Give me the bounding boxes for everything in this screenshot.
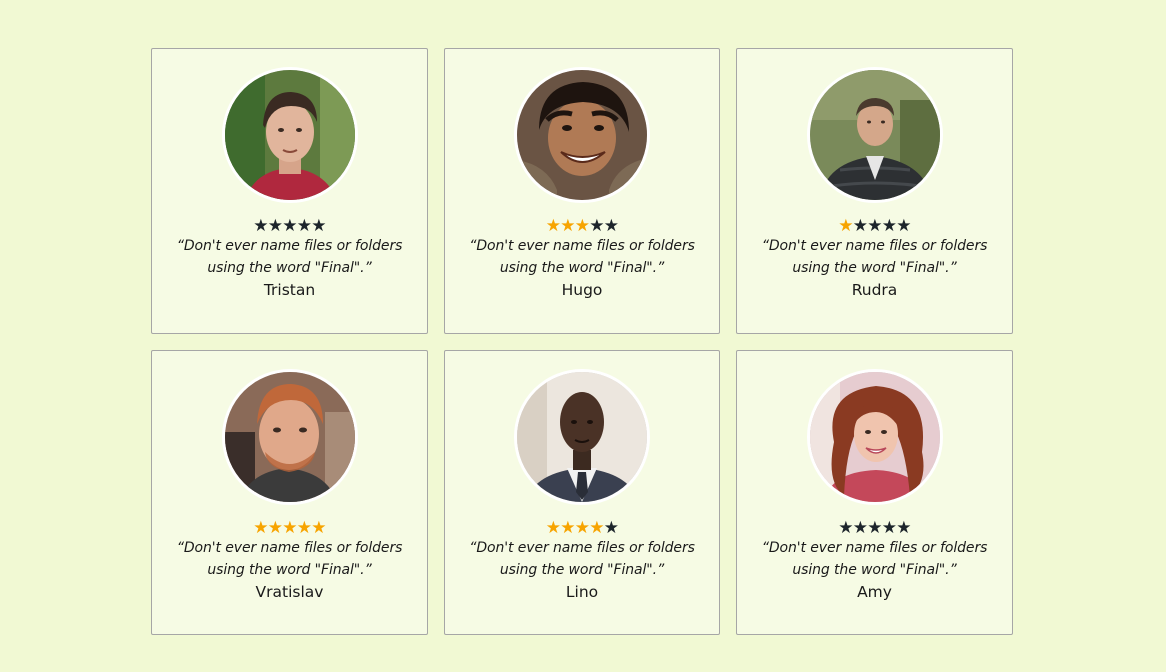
testimonial-grid: ★ ★ ★ ★ ★ “Don't ever name files or folders … bbox=[151, 48, 1013, 635]
avatar bbox=[806, 369, 943, 505]
star-filled-icon: ★ bbox=[296, 518, 312, 538]
star-rating: ★ ★ ★ ★ ★ bbox=[545, 216, 619, 236]
star-filled-icon: ★ bbox=[560, 518, 576, 538]
star-empty-icon: ★ bbox=[603, 518, 619, 538]
star-rating: ★ ★ ★ ★ ★ bbox=[838, 216, 912, 236]
star-empty-icon: ★ bbox=[311, 216, 327, 236]
man-dark-hair-red-shirt-avatar bbox=[224, 70, 355, 200]
man-puffer-jacket-avatar bbox=[809, 70, 940, 200]
testimonial-author: Amy bbox=[857, 583, 892, 601]
testimonial-quote: “Don't ever name files or folders using … bbox=[761, 540, 988, 578]
star-filled-icon: ★ bbox=[267, 518, 283, 538]
testimonial-quote: “Don't ever name files or folders using … bbox=[176, 540, 403, 578]
testimonial-card: ★ ★ ★ ★ ★ “Don't ever name files or folders … bbox=[736, 350, 1013, 635]
star-empty-icon: ★ bbox=[896, 216, 912, 236]
star-empty-icon: ★ bbox=[296, 216, 312, 236]
testimonial-author: Rudra bbox=[851, 281, 898, 299]
avatar bbox=[221, 67, 358, 203]
star-filled-icon: ★ bbox=[574, 518, 590, 538]
star-empty-icon: ★ bbox=[867, 518, 883, 538]
star-rating: ★ ★ ★ ★ ★ bbox=[838, 518, 912, 538]
testimonial-card: ★ ★ ★ ★ ★ “Don't ever name files or folders … bbox=[444, 48, 720, 334]
testimonial-author: Lino bbox=[565, 583, 599, 601]
star-empty-icon: ★ bbox=[881, 518, 897, 538]
avatar bbox=[221, 369, 358, 505]
testimonial-card: ★ ★ ★ ★ ★ “Don't ever name files or folders … bbox=[444, 350, 720, 635]
star-empty-icon: ★ bbox=[838, 518, 854, 538]
woman-curly-hair-avatar bbox=[809, 372, 940, 502]
star-empty-icon: ★ bbox=[267, 216, 283, 236]
star-filled-icon: ★ bbox=[838, 216, 854, 236]
man-suit-tie-avatar bbox=[517, 372, 647, 502]
testimonial-card: ★ ★ ★ ★ ★ “Don't ever name files or folders … bbox=[736, 48, 1013, 334]
testimonial-author: Vratislav bbox=[255, 583, 324, 601]
star-empty-icon: ★ bbox=[589, 216, 605, 236]
star-filled-icon: ★ bbox=[282, 518, 298, 538]
star-filled-icon: ★ bbox=[574, 216, 590, 236]
testimonial-quote: “Don't ever name files or folders using … bbox=[469, 238, 695, 276]
testimonial-quote: “Don't ever name files or folders using … bbox=[761, 238, 988, 276]
star-rating: ★ ★ ★ ★ ★ bbox=[253, 518, 327, 538]
star-filled-icon: ★ bbox=[311, 518, 327, 538]
avatar bbox=[514, 369, 650, 505]
star-empty-icon: ★ bbox=[852, 518, 868, 538]
star-filled-icon: ★ bbox=[253, 518, 269, 538]
star-filled-icon: ★ bbox=[545, 216, 561, 236]
man-red-hair-beard-avatar bbox=[224, 372, 355, 502]
star-rating: ★ ★ ★ ★ ★ bbox=[253, 216, 327, 236]
star-filled-icon: ★ bbox=[589, 518, 605, 538]
star-filled-icon: ★ bbox=[545, 518, 561, 538]
star-empty-icon: ★ bbox=[881, 216, 897, 236]
star-empty-icon: ★ bbox=[253, 216, 269, 236]
testimonial-card: ★ ★ ★ ★ ★ “Don't ever name files or folders … bbox=[151, 350, 428, 635]
star-empty-icon: ★ bbox=[282, 216, 298, 236]
testimonial-quote: “Don't ever name files or folders using … bbox=[469, 540, 695, 578]
testimonial-quote: “Don't ever name files or folders using … bbox=[176, 238, 403, 276]
star-empty-icon: ★ bbox=[603, 216, 619, 236]
testimonial-author: Hugo bbox=[561, 281, 603, 299]
man-smiling-long-hair-avatar bbox=[517, 70, 647, 200]
star-rating: ★ ★ ★ ★ ★ bbox=[545, 518, 619, 538]
testimonial-author: Tristan bbox=[263, 281, 316, 299]
avatar bbox=[514, 67, 650, 203]
star-empty-icon: ★ bbox=[867, 216, 883, 236]
star-filled-icon: ★ bbox=[560, 216, 576, 236]
testimonial-card: ★ ★ ★ ★ ★ “Don't ever name files or folders … bbox=[151, 48, 428, 334]
star-empty-icon: ★ bbox=[896, 518, 912, 538]
avatar bbox=[806, 67, 943, 203]
star-empty-icon: ★ bbox=[852, 216, 868, 236]
